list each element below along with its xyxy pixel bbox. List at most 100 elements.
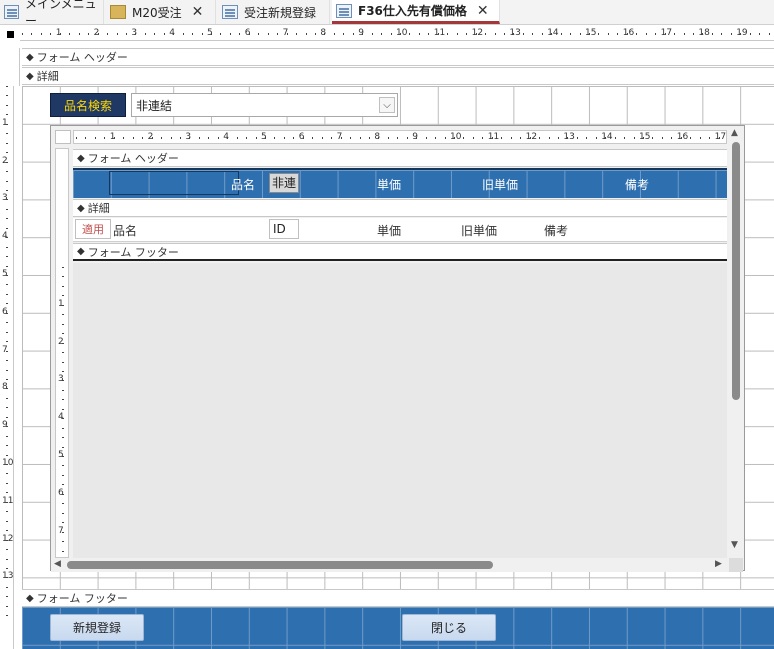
ruler-dot xyxy=(62,531,64,533)
ruler-dot xyxy=(151,137,153,139)
horizontal-scroll-thumb[interactable] xyxy=(67,561,493,569)
ruler-dot xyxy=(62,361,64,363)
ruler-tick-label: 15 xyxy=(585,28,597,38)
detail-field-tanka[interactable]: 単価 xyxy=(377,222,401,239)
vertical-scroll-thumb[interactable] xyxy=(732,142,740,400)
ruler-dot xyxy=(62,456,64,457)
horizontal-ruler: 1 2 3 4 5 6 7 8 9 10 11 12 13 14 15 16 17 18 19 xyxy=(20,27,774,41)
search-combo[interactable]: 非連結 ⌵ xyxy=(131,93,398,117)
ruler-dot xyxy=(626,33,628,35)
ruler-dot xyxy=(6,208,8,210)
ruler-dot xyxy=(605,137,607,139)
ruler-dot xyxy=(286,33,288,35)
ruler-dot xyxy=(381,33,383,35)
subform-selector[interactable] xyxy=(55,130,71,144)
ruler-tick-label: 1 xyxy=(58,298,64,309)
ruler-dot xyxy=(718,137,720,139)
ruler-dot xyxy=(6,199,8,201)
ruler-dot xyxy=(6,237,8,239)
ruler-dot xyxy=(586,137,588,139)
ruler-dot xyxy=(397,137,399,139)
subform-section-header[interactable]: ◆ フォーム ヘッダー xyxy=(73,149,727,167)
close-icon[interactable]: ✕ xyxy=(477,3,489,19)
tab-f36[interactable]: F36仕入先有償価格 ✕ xyxy=(332,0,500,24)
vertical-scrollbar[interactable]: ▲ ▼ xyxy=(729,126,743,558)
ruler-dot xyxy=(62,418,64,420)
ruler-dot xyxy=(520,137,522,139)
tab-order-new[interactable]: 受注新規登録 xyxy=(218,0,330,24)
ruler-dot xyxy=(368,137,370,139)
ruler-dot xyxy=(283,137,285,139)
ruler-dot xyxy=(6,171,8,173)
subform-control[interactable]: 1 2 3 4 5 6 7 8 9 10 11 12 13 14 15 16 17 1234567 ◆ フォーム… xyxy=(50,125,745,572)
section-marker-icon: ◆ xyxy=(77,246,85,257)
ruler-dot xyxy=(472,137,474,139)
ruler-tick-label: 13 xyxy=(2,571,14,582)
ruler-tick-label: 19 xyxy=(736,28,748,38)
ruler-dot xyxy=(6,133,8,135)
ruler-dot xyxy=(6,369,8,371)
new-record-button[interactable]: 新規登録 xyxy=(50,614,144,641)
subform-section-footer[interactable]: ◆ フォーム フッター xyxy=(73,243,727,261)
ruler-tick-label: 8 xyxy=(2,382,8,393)
section-detail[interactable]: ◆ 詳細 xyxy=(22,67,774,85)
header-label-kyutanka: 旧単価 xyxy=(482,178,519,192)
detail-field-id[interactable]: ID xyxy=(269,219,299,239)
ruler-dot xyxy=(6,454,8,456)
ruler-dot xyxy=(62,408,64,410)
tab-main-menu[interactable]: メインメニュー xyxy=(0,0,104,28)
ruler-dot xyxy=(655,33,657,35)
ruler-dot xyxy=(6,293,8,295)
close-button[interactable]: 閉じる xyxy=(402,614,496,641)
ruler-tick-label: 6 xyxy=(58,487,64,498)
ruler-tick-label: 5 xyxy=(2,269,8,279)
detail-field-hinmei[interactable]: 品名 xyxy=(113,222,137,239)
scroll-down-icon[interactable]: ▼ xyxy=(731,540,738,550)
scroll-left-icon[interactable]: ◀ xyxy=(54,559,61,569)
chevron-down-icon[interactable]: ⌵ xyxy=(379,97,395,113)
ruler-dot xyxy=(189,137,191,139)
ruler-dot xyxy=(123,137,125,139)
row-selector[interactable] xyxy=(0,48,20,86)
detail-apply-label[interactable]: 適用 xyxy=(75,219,111,239)
scroll-right-icon[interactable]: ▶ xyxy=(715,559,722,569)
ruler-dot xyxy=(62,399,64,401)
tab-m20[interactable]: M20受注 ✕ xyxy=(106,0,216,24)
ruler-dot xyxy=(6,558,8,560)
ruler-dot xyxy=(482,137,484,139)
ruler-tick-label: 13 xyxy=(563,132,575,142)
ruler-dot xyxy=(437,33,439,35)
header-label-biko: 備考 xyxy=(625,178,650,192)
subform-section-detail[interactable]: ◆ 詳細 xyxy=(73,199,727,217)
section-marker-icon: ◆ xyxy=(26,70,34,82)
header-field-hirenketsu[interactable]: 非連 xyxy=(269,173,299,193)
ruler-dot xyxy=(94,137,96,139)
ruler-dot xyxy=(6,312,8,314)
ruler-dot xyxy=(513,33,515,35)
ruler-dot xyxy=(267,33,269,35)
close-icon[interactable]: ✕ xyxy=(192,4,204,20)
scroll-up-icon[interactable]: ▲ xyxy=(731,128,738,138)
ruler-dot xyxy=(236,137,238,139)
ruler-dot xyxy=(428,33,430,35)
ruler-dot xyxy=(6,350,8,352)
ruler-dot xyxy=(62,304,64,306)
ruler-tick-label: 10 xyxy=(450,132,462,142)
ruler-dot xyxy=(62,427,64,429)
ruler-dot xyxy=(522,33,524,35)
ruler-tick-label: 15 xyxy=(639,132,651,142)
ruler-dot xyxy=(6,539,8,541)
form-selector[interactable] xyxy=(0,27,20,41)
ruler-tick-label: 12 xyxy=(525,132,538,142)
section-form-footer[interactable]: ◆ フォーム フッター xyxy=(22,589,774,607)
ruler-dot xyxy=(409,33,411,35)
ruler-dot xyxy=(447,33,449,35)
ruler-dot xyxy=(643,137,644,139)
detail-field-biko[interactable]: 備考 xyxy=(544,222,568,239)
ruler-dot xyxy=(661,137,663,139)
detail-field-kyutanka[interactable]: 旧単価 xyxy=(461,222,497,239)
horizontal-scrollbar[interactable]: ◀ ▶ xyxy=(51,558,729,572)
section-form-header[interactable]: ◆ フォーム ヘッダー xyxy=(22,48,774,66)
ruler-dot xyxy=(116,33,118,35)
ruler-tick-label: 9 xyxy=(2,420,8,431)
